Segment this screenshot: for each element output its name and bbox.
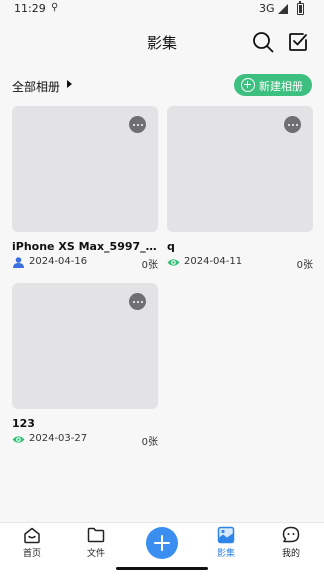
album-date: 2024-04-16 [29, 256, 88, 267]
eye-icon [12, 436, 25, 443]
folder-icon [87, 527, 105, 543]
album-filter-dropdown[interactable]: 全部相册 [12, 78, 60, 95]
tab-home[interactable]: 首页 [7, 523, 57, 561]
status-time: 11:29 [14, 2, 46, 15]
album-card[interactable]: iPhone XS Max_5997_pic... 2024-04-16 0张 [12, 106, 158, 276]
album-count: 0张 [141, 260, 158, 271]
tab-albums-label: 影集 [216, 549, 235, 559]
signal-icon [278, 4, 288, 14]
album-cover[interactable] [12, 283, 158, 409]
album-cover[interactable] [12, 106, 158, 232]
filter-row: 全部相册 新建相册 [0, 72, 324, 100]
new-album-button[interactable]: 新建相册 [234, 74, 312, 96]
album-card[interactable]: 123 2024-03-27 0张 [12, 283, 158, 453]
page-title: 影集 [146, 34, 177, 52]
status-bar: 11:29 ⚲ 3G [0, 0, 324, 18]
album-date: 2024-03-27 [29, 433, 88, 444]
network-type: 3G [259, 2, 275, 15]
more-options-icon[interactable] [129, 293, 146, 310]
tab-me-label: 我的 [281, 549, 300, 559]
header: 影集 [0, 22, 324, 62]
new-album-label: 新建相册 [259, 80, 303, 93]
more-options-icon[interactable] [284, 116, 301, 133]
album-card[interactable]: q 2024-04-11 0张 [167, 106, 313, 276]
home-indicator[interactable] [116, 567, 208, 570]
add-button[interactable] [146, 527, 178, 559]
album-name: iPhone XS Max_5997_pic... [12, 240, 158, 253]
tab-me[interactable]: 我的 [266, 523, 316, 561]
album-cover[interactable] [167, 106, 313, 232]
plus-circle-icon [241, 78, 255, 92]
eye-icon [167, 259, 180, 266]
tab-home-label: 首页 [22, 549, 41, 559]
home-icon [24, 527, 40, 544]
person-icon [13, 257, 24, 268]
tab-files[interactable]: 文件 [71, 523, 121, 561]
album-icon [217, 526, 235, 544]
search-icon[interactable] [251, 30, 275, 54]
tab-files-label: 文件 [86, 549, 105, 559]
album-name: q [167, 240, 175, 253]
album-count: 0张 [296, 260, 313, 271]
screen: 11:29 ⚲ 3G 影集 全部相册 新建相册 iPhone XS Max_59… [0, 0, 324, 576]
more-options-icon[interactable] [129, 116, 146, 133]
album-count: 0张 [141, 437, 158, 448]
album-date: 2024-04-11 [184, 256, 243, 267]
caret-right-icon[interactable] [67, 80, 72, 88]
album-name: 123 [12, 417, 35, 430]
usb-icon: ⚲ [51, 2, 59, 13]
battery-icon [297, 1, 304, 15]
chat-face-icon [282, 526, 300, 543]
tab-albums[interactable]: 影集 [201, 523, 251, 561]
select-edit-icon[interactable] [288, 32, 308, 52]
